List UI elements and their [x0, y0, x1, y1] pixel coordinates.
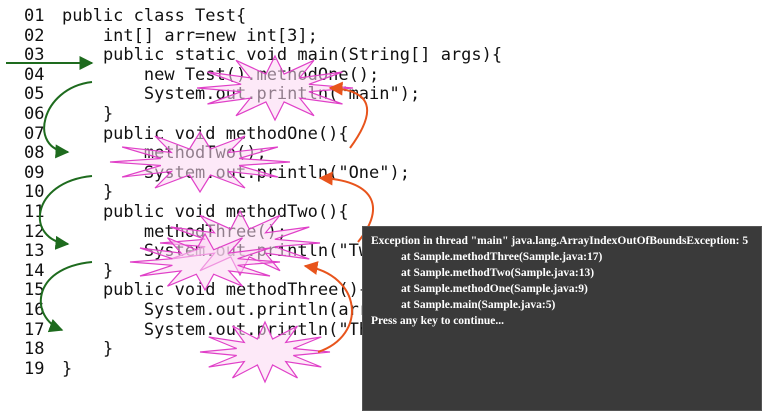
console-line-stack-frame: at Sample.methodOne(Sample.java:9) — [401, 283, 588, 295]
console-line-stack-frame: at Sample.methodTwo(Sample.java:13) — [401, 267, 595, 279]
flow-arrows — [6, 56, 375, 353]
call-arrow — [43, 81, 93, 159]
exception-bursts — [109, 54, 354, 384]
exception-burst-icon — [196, 54, 354, 122]
console-line-stack-frame: at Sample.methodThree(Sample.java:17) — [401, 251, 603, 263]
console-output-panel: Exception in thread "main" java.lang.Arr… — [362, 226, 762, 411]
return-arrow — [328, 81, 368, 149]
exception-burst-icon — [199, 320, 331, 384]
console-line-prompt: Press any key to continue... — [371, 315, 504, 327]
call-arrow — [39, 175, 93, 250]
console-line-stack-frame: at Sample.main(Sample.java:5) — [401, 299, 556, 311]
console-line-exception: Exception in thread "main" java.lang.Arr… — [371, 235, 749, 247]
call-arrow — [39, 261, 93, 333]
exception-burst-icon — [109, 130, 291, 194]
